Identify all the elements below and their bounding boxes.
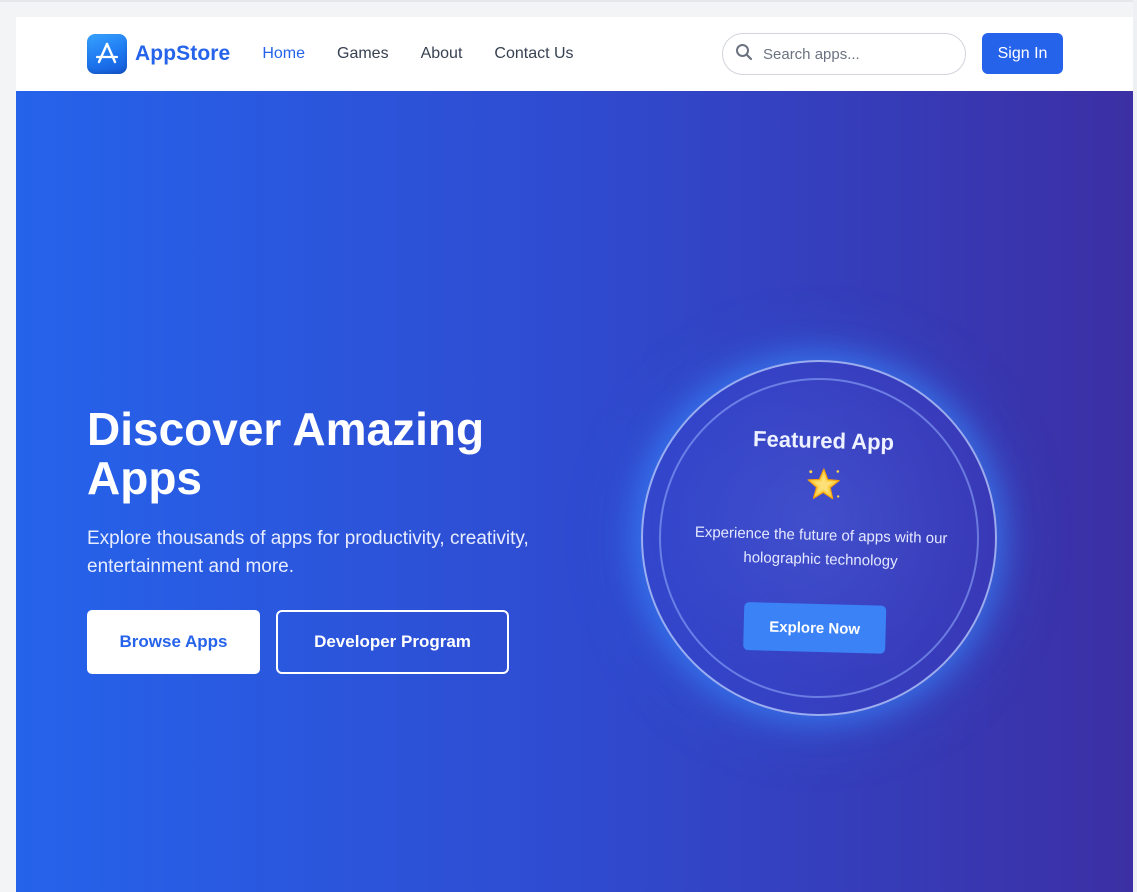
nav-games[interactable]: Games (337, 45, 389, 63)
hero-subtitle: Explore thousands of apps for productivi… (87, 528, 529, 577)
window-top-border (0, 0, 1137, 2)
nav-contact-us[interactable]: Contact Us (494, 45, 573, 63)
featured-content: Featured App Experience the future of ap… (638, 357, 1003, 722)
search-box[interactable] (722, 33, 966, 75)
developer-program-button[interactable]: Developer Program (276, 610, 509, 674)
hero-section: Discover Amazing Apps Explore thousands … (16, 91, 1133, 892)
star-icon (804, 466, 843, 505)
window-right-edge (1133, 0, 1137, 892)
sign-in-button[interactable]: Sign In (982, 33, 1063, 74)
featured-title: Featured App (752, 426, 895, 455)
featured-app-card: Featured App Experience the future of ap… (641, 360, 997, 716)
main-nav: Home Games About Contact Us (262, 45, 605, 63)
hero-title: Discover Amazing Apps (87, 403, 485, 504)
brand-name[interactable]: AppStore (135, 42, 230, 66)
search-icon (735, 43, 753, 66)
search-input[interactable] (763, 45, 943, 63)
page: AppStore Home Games About Contact Us Sig… (16, 17, 1133, 892)
nav-home[interactable]: Home (262, 45, 305, 63)
featured-description: Experience the future of apps with our h… (694, 523, 948, 571)
nav-about[interactable]: About (421, 45, 463, 63)
browse-apps-button[interactable]: Browse Apps (87, 610, 260, 674)
appstore-logo-icon[interactable] (87, 34, 127, 74)
explore-now-button[interactable]: Explore Now (743, 602, 887, 654)
site-header: AppStore Home Games About Contact Us Sig… (16, 17, 1133, 91)
